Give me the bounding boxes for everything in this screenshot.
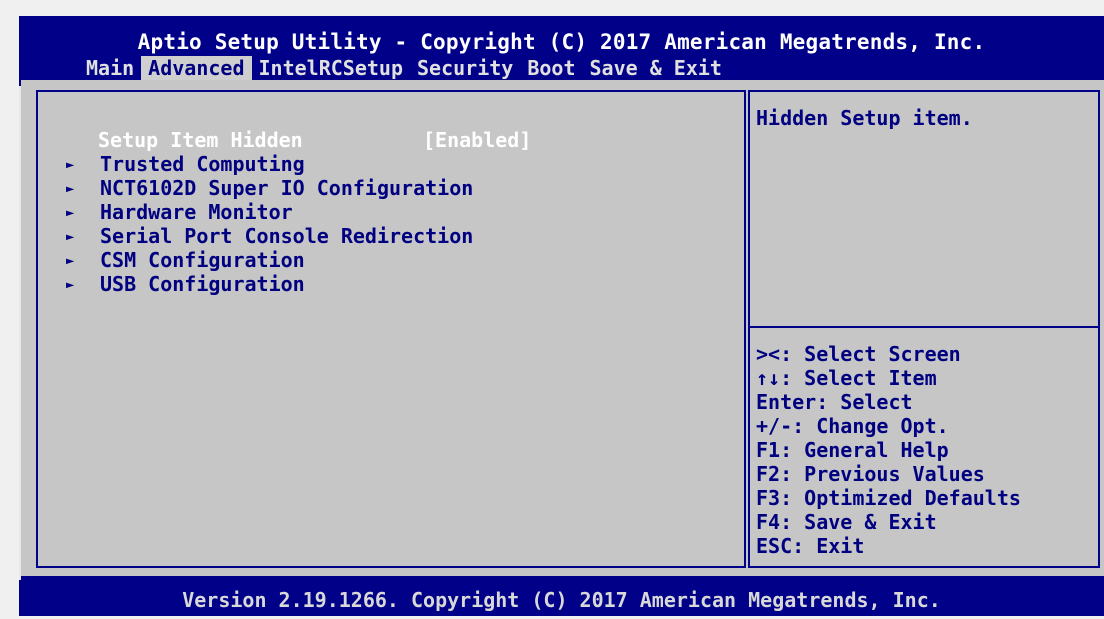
left-margin xyxy=(0,0,19,619)
right-triangle-icon: ► xyxy=(66,205,75,221)
setup-item-hidden-value[interactable]: [Enabled] xyxy=(423,128,531,152)
help-description: Hidden Setup item. xyxy=(756,106,973,130)
right-triangle-icon: ► xyxy=(66,277,75,293)
key-optimized-defaults: F3: Optimized Defaults xyxy=(756,486,1021,510)
bios-setup-screen: Aptio Setup Utility - Copyright (C) 2017… xyxy=(0,0,1104,619)
key-select-screen: ><: Select Screen xyxy=(756,342,961,366)
submenu-label: Trusted Computing xyxy=(100,152,305,176)
key-change-opt: +/-: Change Opt. xyxy=(756,414,949,438)
right-triangle-icon: ► xyxy=(66,229,75,245)
key-legend: ><: Select Screen ↑↓: Select Item Enter:… xyxy=(756,342,1021,558)
key-save-exit: F4: Save & Exit xyxy=(756,510,937,534)
right-triangle-icon: ► xyxy=(66,181,75,197)
submenu-hardware-monitor[interactable]: ► Hardware Monitor xyxy=(66,200,293,225)
tab-save-exit[interactable]: Save & Exit xyxy=(583,56,729,80)
setup-item-hidden-row[interactable]: Setup Item Hidden [Enabled] xyxy=(98,128,531,152)
submenu-usb-configuration[interactable]: ► USB Configuration xyxy=(66,272,305,297)
tab-main[interactable]: Main xyxy=(79,56,141,80)
settings-pane: Setup Item Hidden [Enabled] ► Trusted Comp… xyxy=(36,90,746,568)
setup-item-hidden-label: Setup Item Hidden xyxy=(98,128,303,152)
submenu-label: USB Configuration xyxy=(100,272,305,296)
key-enter-select: Enter: Select xyxy=(756,390,913,414)
submenu-label: NCT6102D Super IO Configuration xyxy=(100,176,474,200)
utility-title: Aptio Setup Utility - Copyright (C) 2017… xyxy=(137,30,986,54)
key-esc-exit: ESC: Exit xyxy=(756,534,865,558)
help-divider xyxy=(750,326,1098,328)
tab-intelrcsetup[interactable]: IntelRCSetup xyxy=(252,56,411,80)
submenu-label: Serial Port Console Redirection xyxy=(100,224,474,248)
right-triangle-icon: ► xyxy=(66,157,75,173)
key-select-item: ↑↓: Select Item xyxy=(756,366,937,390)
footer-bar: Version 2.19.1266. Copyright (C) 2017 Am… xyxy=(19,580,1104,616)
submenu-label: CSM Configuration xyxy=(100,248,305,272)
key-previous-values: F2: Previous Values xyxy=(756,462,985,486)
tab-advanced[interactable]: Advanced xyxy=(141,56,252,80)
submenu-trusted-computing[interactable]: ► Trusted Computing xyxy=(66,152,305,177)
key-general-help: F1: General Help xyxy=(756,438,949,462)
submenu-label: Hardware Monitor xyxy=(100,200,293,224)
right-triangle-icon: ► xyxy=(66,253,75,269)
header-bar: Aptio Setup Utility - Copyright (C) 2017… xyxy=(19,16,1104,86)
submenu-nct6102d-super-io[interactable]: ► NCT6102D Super IO Configuration xyxy=(66,176,473,201)
main-body: Setup Item Hidden [Enabled] ► Trusted Comp… xyxy=(21,80,1104,576)
tab-bar: Main Advanced IntelRCSetup Security Boot… xyxy=(79,56,729,80)
help-pane: Hidden Setup item. ><: Select Screen ↑↓:… xyxy=(748,90,1100,568)
tab-boot[interactable]: Boot xyxy=(520,56,582,80)
version-text: Version 2.19.1266. Copyright (C) 2017 Am… xyxy=(182,588,941,612)
submenu-csm-configuration[interactable]: ► CSM Configuration xyxy=(66,248,305,273)
tab-security[interactable]: Security xyxy=(410,56,520,80)
submenu-serial-port-console[interactable]: ► Serial Port Console Redirection xyxy=(66,224,473,249)
